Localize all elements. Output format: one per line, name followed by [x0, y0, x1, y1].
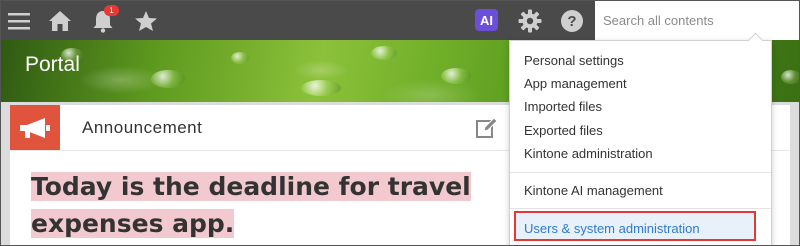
home-icon[interactable] [47, 8, 73, 34]
banner-droplet [301, 80, 341, 96]
headline-line-1: Today is the deadline for travel [31, 172, 471, 201]
headline-line-2: expenses app. [31, 209, 235, 238]
banner-droplet [371, 46, 397, 60]
banner-droplet [151, 70, 185, 88]
menu-item-kintone-ai-management[interactable]: Kintone AI management [524, 183, 663, 198]
star-icon[interactable] [133, 8, 159, 34]
menu-divider [510, 208, 771, 209]
menu-item-kintone-administration[interactable]: Kintone administration [524, 146, 653, 161]
banner-droplet [231, 52, 249, 64]
banner-droplet [781, 70, 799, 84]
help-icon[interactable]: ? [559, 8, 585, 34]
search-input[interactable] [595, 1, 799, 40]
menu-item-imported-files[interactable]: Imported files [524, 99, 602, 114]
settings-dropdown-menu: Personal settings App management Importe… [509, 40, 772, 245]
menu-item-users-system-administration[interactable]: Users & system administration [524, 221, 700, 236]
menu-item-app-management[interactable]: App management [524, 76, 627, 91]
edit-icon[interactable] [475, 117, 497, 139]
portal-title: Portal [25, 53, 80, 76]
menu-item-exported-files[interactable]: Exported files [524, 123, 603, 138]
notification-badge: 1 [104, 5, 119, 16]
ai-button[interactable]: AI [475, 9, 498, 31]
banner-droplet [441, 68, 471, 84]
announcement-text: Today is the deadline for travel expense… [31, 168, 491, 242]
megaphone-icon [10, 105, 60, 150]
svg-text:?: ? [567, 13, 576, 30]
menu-icon[interactable] [6, 8, 32, 34]
window: 1 AI ? Search all contents Portal Announ… [0, 0, 800, 246]
menu-divider [510, 172, 771, 173]
announcement-title: Announcement [82, 118, 203, 137]
menu-item-personal-settings[interactable]: Personal settings [524, 53, 624, 68]
top-bar: 1 AI ? [1, 1, 799, 40]
gear-icon[interactable] [517, 8, 543, 34]
bell-icon[interactable]: 1 [90, 5, 119, 34]
